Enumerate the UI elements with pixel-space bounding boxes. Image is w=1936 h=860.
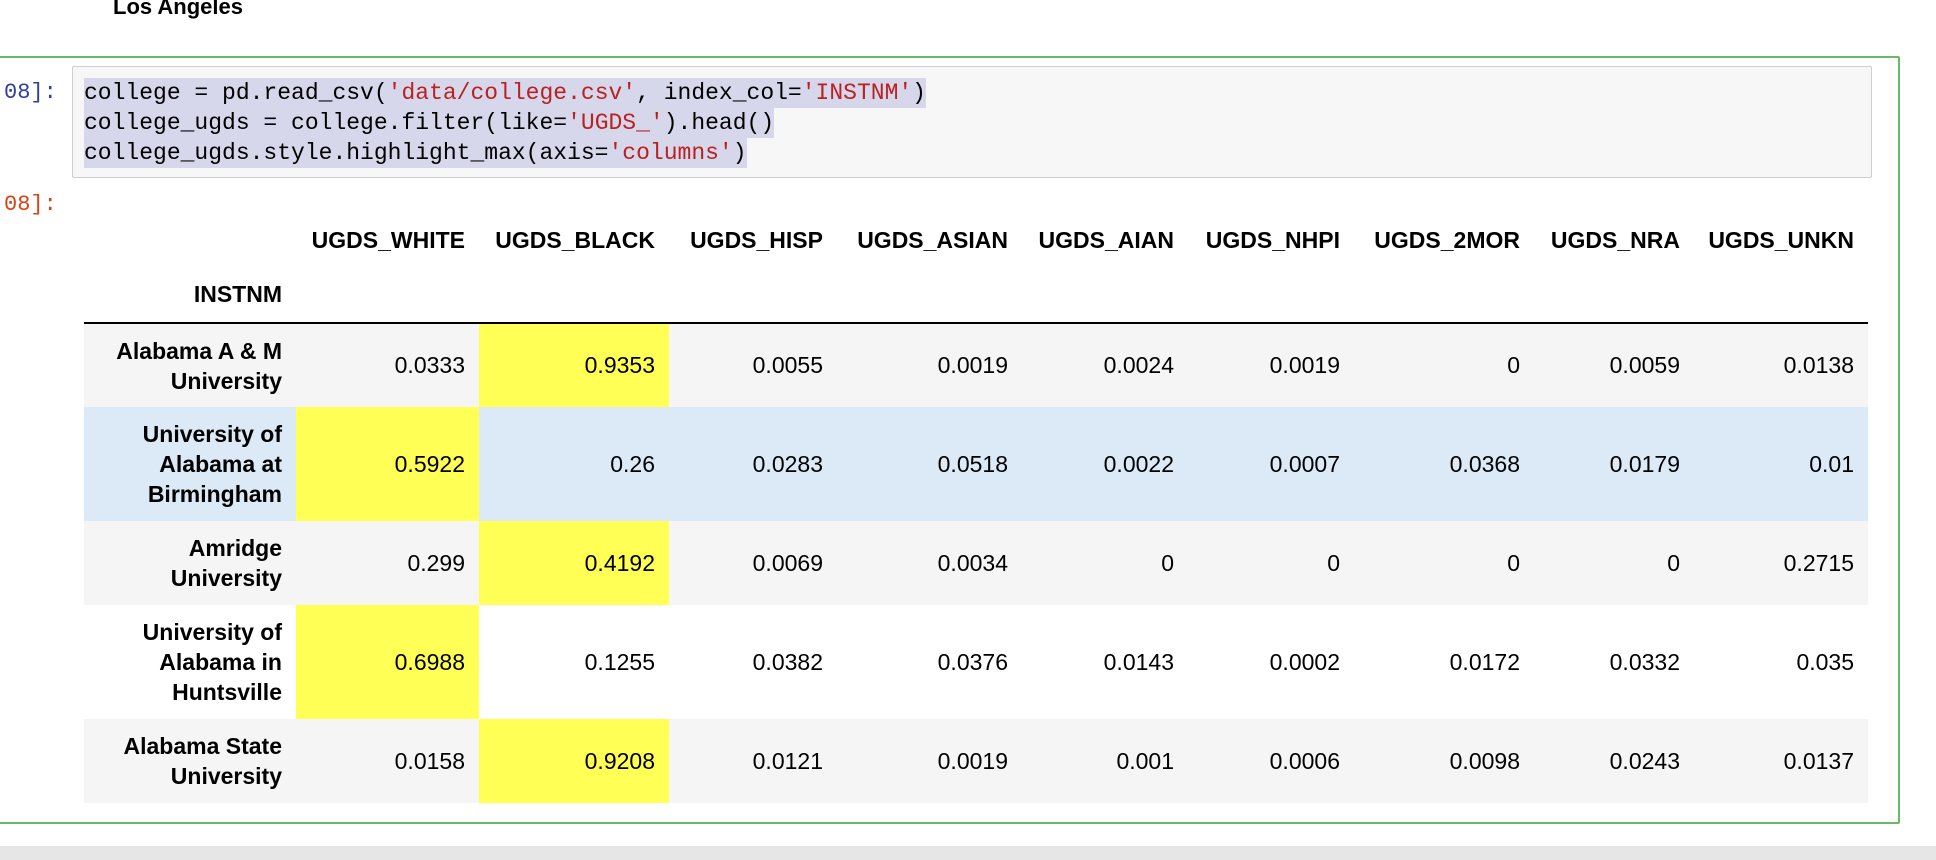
highlighted-max-cell: 0.9353 bbox=[479, 323, 669, 407]
table-cell: 0 bbox=[1327, 549, 1340, 576]
table-cell: 0.0143 bbox=[1103, 648, 1174, 675]
code-token: , index_col= bbox=[636, 80, 802, 106]
highlighted-max-cell: 0.5922 bbox=[296, 407, 479, 521]
table-cell: 0.0243 bbox=[1609, 747, 1680, 774]
table-cell: 0.01 bbox=[1809, 450, 1854, 477]
table-cell: 0.0019 bbox=[937, 352, 1008, 378]
table-cell: 0 bbox=[1667, 549, 1680, 576]
code-line-2[interactable]: college_ugds = college.filter(like='UGDS… bbox=[84, 108, 775, 138]
table-cell: 0 bbox=[1161, 549, 1174, 576]
table-cell: 0 bbox=[1507, 549, 1520, 576]
column-header: UGDS_UNKN bbox=[1708, 226, 1854, 253]
column-header: UGDS_NHPI bbox=[1205, 226, 1340, 253]
index-name: INSTNM bbox=[84, 266, 296, 324]
table-cell: 0.0283 bbox=[752, 450, 823, 477]
highlighted-max-cell: 0.4192 bbox=[479, 521, 669, 605]
code-token: college_ugds.style.highlight_max(axis= bbox=[84, 140, 609, 166]
code-token: ) bbox=[912, 80, 926, 106]
column-header: UGDS_AIAN bbox=[1038, 226, 1174, 253]
column-header: UGDS_2MOR bbox=[1374, 226, 1520, 253]
table-row: Alabama A & M University 0.0333 0.9353 0.00… bbox=[84, 323, 1868, 407]
highlighted-max-cell: 0.9208 bbox=[479, 719, 669, 803]
row-index-label: Alabama State University bbox=[123, 733, 282, 789]
code-token: college_ugds = college.filter(like= bbox=[84, 110, 568, 136]
previous-output-text: Los Angeles bbox=[113, 0, 243, 19]
bottom-scrollbar[interactable] bbox=[0, 846, 1936, 860]
table-cell: 0.299 bbox=[407, 549, 465, 576]
table-cell: 0.0376 bbox=[937, 648, 1008, 675]
column-header: UGDS_HISP bbox=[690, 226, 823, 253]
row-index-label: Alabama A & M University bbox=[116, 337, 282, 394]
row-index-label: University of Alabama in Huntsville bbox=[142, 619, 282, 705]
table-cell: 0.0382 bbox=[752, 648, 823, 675]
table-row: Alabama State University 0.0158 0.9208 0.01… bbox=[84, 719, 1868, 803]
table-row: Amridge University 0.299 0.4192 0.0069 0.003… bbox=[84, 521, 1868, 605]
table-cell: 0.0172 bbox=[1449, 648, 1520, 675]
column-header: UGDS_NRA bbox=[1550, 226, 1680, 253]
table-cell: 0.0158 bbox=[394, 747, 465, 774]
index-name-row: INSTNM bbox=[84, 266, 1868, 324]
table-cell: 0.0368 bbox=[1449, 450, 1520, 477]
table-cell: 0.0022 bbox=[1103, 450, 1174, 477]
table-cell: 0 bbox=[1507, 352, 1520, 378]
column-header: UGDS_ASIAN bbox=[857, 226, 1008, 253]
column-header: UGDS_WHITE bbox=[311, 226, 465, 253]
column-header-row: UGDS_WHITE UGDS_BLACK UGDS_HISP UGDS_ASI… bbox=[84, 214, 1868, 266]
table-cell: 0.0332 bbox=[1609, 648, 1680, 675]
blank-header bbox=[84, 214, 296, 266]
table-cell: 0.0098 bbox=[1449, 747, 1520, 774]
output-prompt: 08]: bbox=[4, 192, 57, 217]
code-token: ).head() bbox=[663, 110, 775, 136]
table-cell: 0.0055 bbox=[752, 352, 823, 378]
table-cell: 0.0034 bbox=[937, 549, 1008, 576]
code-token: college = pd.read_csv( bbox=[84, 80, 388, 106]
code-token: ) bbox=[732, 140, 747, 166]
table-cell: 0.0002 bbox=[1269, 648, 1340, 675]
table-cell: 0.0518 bbox=[937, 450, 1008, 477]
table-cell: 0.0024 bbox=[1103, 352, 1174, 378]
table-cell: 0.0007 bbox=[1269, 450, 1340, 477]
table-cell: 0.0069 bbox=[752, 549, 823, 576]
table-cell: 0.0006 bbox=[1269, 747, 1340, 774]
code-line-3[interactable]: college_ugds.style.highlight_max(axis='c… bbox=[84, 138, 747, 168]
code-line-1[interactable]: college = pd.read_csv('data/college.csv'… bbox=[84, 78, 926, 108]
table-cell: 0.0121 bbox=[752, 747, 823, 774]
table-cell: 0.0138 bbox=[1783, 352, 1854, 378]
table-cell: 0.0333 bbox=[394, 352, 465, 378]
table-cell: 0.1255 bbox=[584, 648, 655, 675]
column-header: UGDS_BLACK bbox=[495, 226, 655, 253]
code-string: 'data/college.csv' bbox=[387, 80, 637, 106]
table-cell: 0.0059 bbox=[1609, 352, 1680, 378]
table-row: University of Alabama at Birmingham 0.592… bbox=[84, 407, 1868, 521]
table-cell: 0.0137 bbox=[1783, 747, 1854, 774]
table-cell: 0.2715 bbox=[1783, 549, 1854, 576]
table-row: University of Alabama in Huntsville 0.698… bbox=[84, 605, 1868, 719]
code-string: 'UGDS_' bbox=[567, 110, 664, 136]
highlighted-max-cell: 0.6988 bbox=[296, 605, 479, 719]
table-cell: 0.0179 bbox=[1609, 450, 1680, 477]
styled-dataframe: UGDS_WHITE UGDS_BLACK UGDS_HISP UGDS_ASI… bbox=[84, 214, 1868, 803]
code-string: 'INSTNM' bbox=[801, 80, 913, 106]
table-cell: 0.0019 bbox=[1269, 352, 1340, 378]
code-area[interactable]: college = pd.read_csv('data/college.csv'… bbox=[84, 78, 926, 168]
table-cell: 0.0019 bbox=[937, 747, 1008, 774]
row-index-label: University of Alabama at Birmingham bbox=[142, 421, 282, 507]
table-cell: 0.035 bbox=[1796, 648, 1854, 675]
input-prompt: 08]: bbox=[4, 80, 57, 105]
row-index-label: Amridge University bbox=[170, 535, 282, 591]
table-cell: 0.26 bbox=[610, 450, 655, 477]
code-string: 'columns' bbox=[608, 140, 733, 166]
table-cell: 0.001 bbox=[1116, 747, 1174, 774]
